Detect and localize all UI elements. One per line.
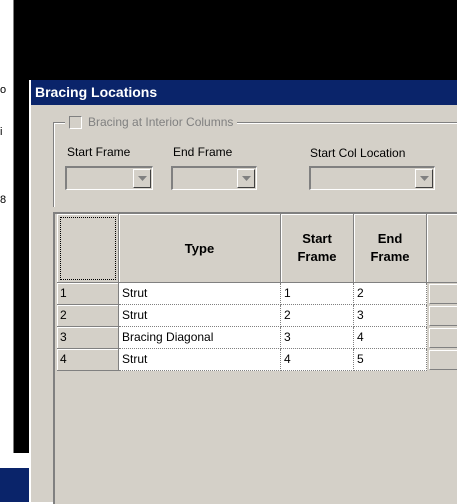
row-number[interactable]: 4	[57, 349, 119, 371]
type-cell[interactable]: Strut	[119, 349, 281, 371]
dialog-titlebar[interactable]: Bracing Locations	[31, 80, 457, 105]
end-frame-cell[interactable]: 4	[354, 327, 427, 349]
start-frame-cell[interactable]: 1	[281, 283, 354, 305]
row-number[interactable]: 2	[57, 305, 119, 327]
chevron-down-icon[interactable]	[237, 169, 255, 188]
column-header-extra[interactable]	[427, 214, 457, 283]
checkbox-label: Bracing at Interior Columns	[88, 115, 234, 129]
bracing-grid[interactable]: Type Start Frame End Frame 1 Strut 1 2 2…	[53, 212, 457, 504]
column-header-label: Start Frame	[297, 231, 337, 264]
row-number[interactable]: 3	[57, 327, 119, 349]
column-header-end-frame[interactable]: End Frame	[354, 214, 427, 283]
end-frame-combo[interactable]	[171, 166, 257, 190]
table-row[interactable]: 1 Strut 1 2	[57, 283, 457, 305]
start-frame-cell[interactable]: 4	[281, 349, 354, 371]
start-col-location-combo[interactable]	[309, 166, 435, 190]
chevron-down-icon[interactable]	[133, 169, 151, 188]
end-frame-cell[interactable]: 5	[354, 349, 427, 371]
end-frame-cell[interactable]: 2	[354, 283, 427, 305]
row-number[interactable]: 1	[57, 283, 119, 305]
bracing-locations-dialog: Bracing Locations Bracing at Interior Co…	[29, 80, 457, 504]
start-col-location-label: Start Col Location	[310, 146, 406, 160]
table-row[interactable]: 4 Strut 4 5	[57, 349, 457, 371]
table-row[interactable]: 2 Strut 2 3	[57, 305, 457, 327]
row-button[interactable]	[429, 328, 457, 348]
start-frame-label: Start Frame	[67, 145, 131, 159]
column-header-label: End Frame	[370, 231, 410, 264]
background-text: 8	[0, 194, 7, 206]
row-button[interactable]	[429, 306, 457, 326]
start-frame-cell[interactable]: 3	[281, 327, 354, 349]
bracing-interior-checkbox[interactable]: Bracing at Interior Columns	[65, 114, 238, 130]
start-frame-cell[interactable]: 2	[281, 305, 354, 327]
end-frame-label: End Frame	[173, 145, 233, 159]
dialog-title: Bracing Locations	[35, 84, 158, 100]
checkbox-box[interactable]	[69, 115, 82, 129]
type-cell[interactable]: Strut	[119, 283, 281, 305]
type-cell[interactable]: Strut	[119, 305, 281, 327]
bracing-group-box	[53, 122, 457, 207]
table-row[interactable]: 3 Bracing Diagonal 3 4	[57, 327, 457, 349]
start-frame-combo[interactable]	[65, 166, 153, 190]
background-text: o	[0, 84, 7, 96]
row-button[interactable]	[429, 350, 457, 370]
column-header-start-frame[interactable]: Start Frame	[281, 214, 354, 283]
grid-corner-cell[interactable]	[57, 214, 119, 283]
background-window: o i 8	[0, 0, 14, 470]
type-cell[interactable]: Bracing Diagonal	[119, 327, 281, 349]
background-text: i	[0, 126, 3, 138]
chevron-down-icon[interactable]	[415, 169, 433, 188]
column-header-type[interactable]: Type	[119, 214, 281, 283]
row-button[interactable]	[429, 284, 457, 304]
column-header-label: Type	[184, 240, 215, 256]
end-frame-cell[interactable]: 3	[354, 305, 427, 327]
